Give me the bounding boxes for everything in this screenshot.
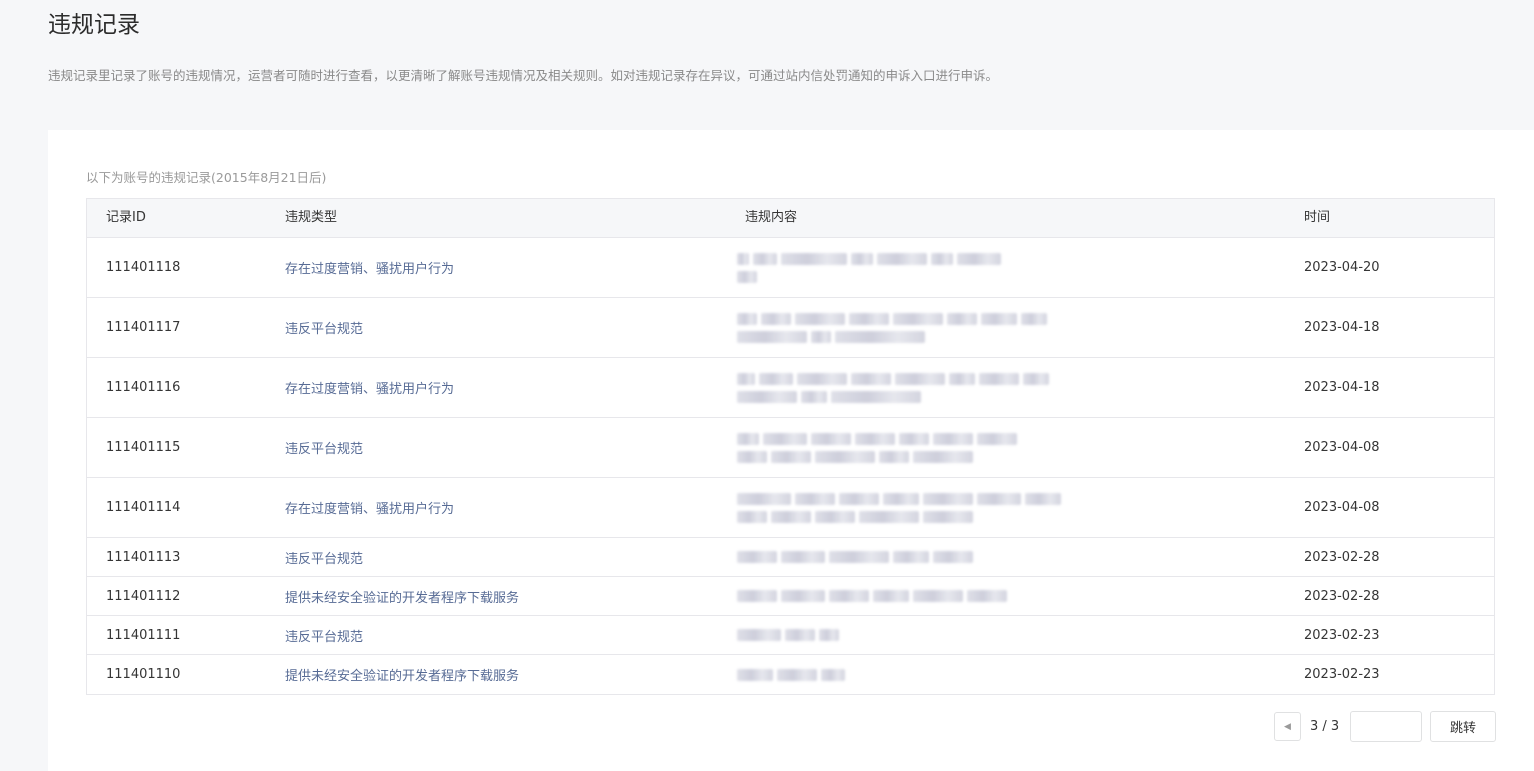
violation-content-redacted xyxy=(737,577,1037,615)
table-body: 111401118 存在过度营销、骚扰用户行为 2023-04-20 11140111… xyxy=(87,238,1494,694)
record-time: 2023-04-18 xyxy=(1304,320,1380,335)
record-id: 111401113 xyxy=(106,549,181,565)
table-row: 111401111 违反平台规范 2023-02-23 xyxy=(87,616,1494,655)
redacted-content-blur xyxy=(737,432,1017,463)
table-header: 记录ID 违规类型 违规内容 时间 xyxy=(87,199,1494,238)
record-time: 2023-04-08 xyxy=(1304,440,1380,455)
table-row: 111401113 违反平台规范 2023-02-28 xyxy=(87,538,1494,577)
column-header-type: 违规类型 xyxy=(285,210,338,225)
violation-type-link[interactable]: 违反平台规范 xyxy=(285,538,363,576)
page-title: 违规记录 xyxy=(48,12,140,38)
page-indicator: 3 / 3 xyxy=(1310,719,1340,734)
redacted-content-blur xyxy=(737,492,1061,523)
prev-page-button[interactable]: ◀ xyxy=(1274,712,1301,741)
table-row: 111401114 存在过度营销、骚扰用户行为 2023-04-08 xyxy=(87,478,1494,538)
page-jump-input[interactable] xyxy=(1350,711,1422,742)
table-row: 111401110 提供未经安全验证的开发者程序下载服务 2023-02-23 xyxy=(87,655,1494,694)
violation-content-redacted xyxy=(737,538,1037,576)
record-time: 2023-02-23 xyxy=(1304,667,1380,682)
caret-left-icon: ◀ xyxy=(1284,721,1291,732)
record-id: 111401117 xyxy=(106,320,181,335)
redacted-content-blur xyxy=(737,629,839,641)
page-description: 违规记录里记录了账号的违规情况，运营者可随时进行查看，以更清晰了解账号违规情况及… xyxy=(48,68,999,83)
records-card: 以下为账号的违规记录(2015年8月21日后) 记录ID 违规类型 违规内容 时… xyxy=(48,130,1534,771)
violation-type-link[interactable]: 存在过度营销、骚扰用户行为 xyxy=(285,478,454,537)
record-time: 2023-02-23 xyxy=(1304,627,1380,643)
column-header-time: 时间 xyxy=(1304,210,1331,225)
violation-content-redacted xyxy=(737,238,1037,297)
table-row: 111401118 存在过度营销、骚扰用户行为 2023-04-20 xyxy=(87,238,1494,298)
redacted-content-blur xyxy=(737,372,1049,403)
violation-content-redacted xyxy=(737,478,1061,537)
record-time: 2023-04-08 xyxy=(1304,500,1380,515)
violation-type-link[interactable]: 违反平台规范 xyxy=(285,616,363,654)
violation-content-redacted xyxy=(737,358,1049,417)
record-time: 2023-02-28 xyxy=(1304,588,1380,604)
record-id: 111401118 xyxy=(106,260,181,275)
record-id: 111401111 xyxy=(106,627,181,643)
records-caption: 以下为账号的违规记录(2015年8月21日后) xyxy=(86,170,327,185)
violation-type-link[interactable]: 存在过度营销、骚扰用户行为 xyxy=(285,238,454,297)
record-id: 111401116 xyxy=(106,380,181,395)
redacted-content-blur xyxy=(737,551,973,563)
jump-button[interactable]: 跳转 xyxy=(1430,711,1496,742)
redacted-content-blur xyxy=(737,312,1047,343)
violation-type-link[interactable]: 存在过度营销、骚扰用户行为 xyxy=(285,358,454,417)
column-header-content: 违规内容 xyxy=(745,210,798,225)
violation-records-table: 记录ID 违规类型 违规内容 时间 111401118 存在过度营销、骚扰用户行为… xyxy=(86,198,1495,695)
record-id: 111401110 xyxy=(106,667,181,682)
record-time: 2023-02-28 xyxy=(1304,549,1380,565)
redacted-content-blur xyxy=(737,590,1007,602)
record-id: 111401114 xyxy=(106,500,181,515)
pagination: ◀ 3 / 3 跳转 xyxy=(1274,711,1496,742)
redacted-content-blur xyxy=(737,252,1001,283)
table-row: 111401115 违反平台规范 2023-04-08 xyxy=(87,418,1494,478)
violation-type-link[interactable]: 违反平台规范 xyxy=(285,418,363,477)
violation-type-link[interactable]: 提供未经安全验证的开发者程序下载服务 xyxy=(285,577,519,615)
record-time: 2023-04-18 xyxy=(1304,380,1380,395)
record-id: 111401112 xyxy=(106,588,181,604)
table-row: 111401112 提供未经安全验证的开发者程序下载服务 2023-02-28 xyxy=(87,577,1494,616)
violation-type-link[interactable]: 违反平台规范 xyxy=(285,298,363,357)
violation-content-redacted xyxy=(737,418,1037,477)
redacted-content-blur xyxy=(737,668,845,681)
record-id: 111401115 xyxy=(106,440,181,455)
record-time: 2023-04-20 xyxy=(1304,260,1380,275)
table-row: 111401116 存在过度营销、骚扰用户行为 2023-04-18 xyxy=(87,358,1494,418)
violation-content-redacted xyxy=(737,655,1037,694)
violation-content-redacted xyxy=(737,616,1037,654)
violation-content-redacted xyxy=(737,298,1047,357)
table-row: 111401117 违反平台规范 2023-04-18 xyxy=(87,298,1494,358)
violation-type-link[interactable]: 提供未经安全验证的开发者程序下载服务 xyxy=(285,655,519,694)
column-header-id: 记录ID xyxy=(106,210,146,225)
